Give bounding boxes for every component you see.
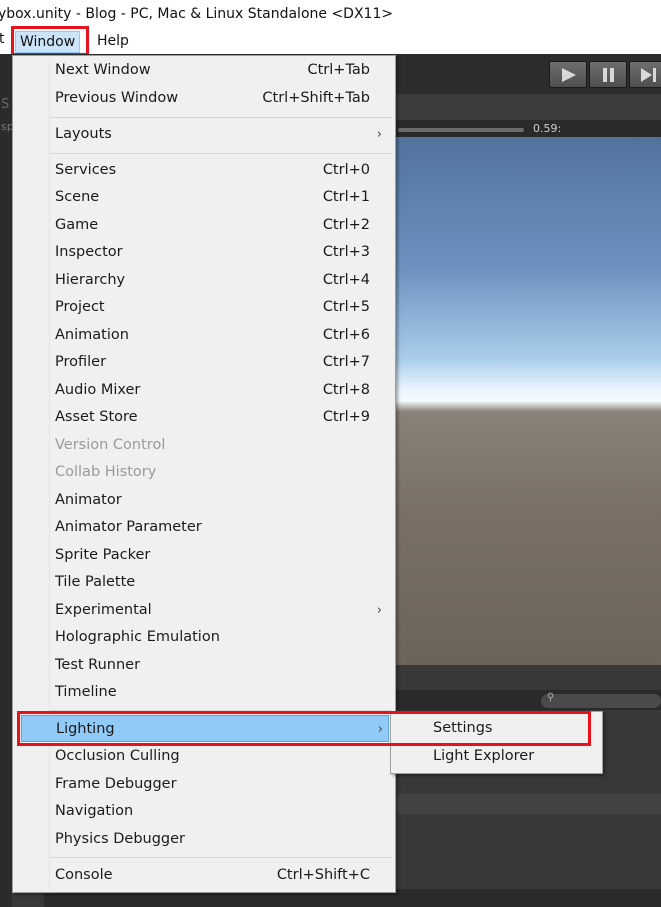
menu-item-collab-history: Collab History	[13, 459, 395, 486]
menu-item-label: Version Control	[55, 437, 166, 453]
menu-item-label: Occlusion Culling	[55, 748, 180, 764]
menu-item-shortcut: Ctrl+0	[322, 162, 370, 178]
time-slider[interactable]	[398, 128, 524, 132]
window-title: ybox.unity - Blog - PC, Mac & Linux Stan…	[0, 6, 394, 22]
menu-item-animation[interactable]: Animation Ctrl+6	[13, 322, 395, 349]
menu-item-label: Sprite Packer	[55, 547, 151, 563]
highlight-box-window	[11, 26, 89, 56]
menu-item-project[interactable]: Project Ctrl+5	[13, 294, 395, 321]
menu-bar: t Window Help	[0, 28, 661, 54]
window-title-bar: ybox.unity - Blog - PC, Mac & Linux Stan…	[0, 0, 661, 28]
menu-item-version-control: Version Control	[13, 432, 395, 459]
time-readout: 0.59:	[533, 122, 562, 135]
menu-item-label: Console	[55, 867, 113, 883]
menu-item-shortcut: Ctrl+Shift+C	[276, 867, 370, 883]
menu-item-shortcut: Ctrl+2	[322, 217, 370, 233]
menu-item-test-runner[interactable]: Test Runner	[13, 652, 395, 679]
menu-item-label: Holographic Emulation	[55, 629, 220, 645]
pause-icon	[603, 68, 614, 82]
menu-separator	[50, 117, 392, 118]
lower-panel-row	[396, 794, 661, 814]
menu-item-label: Profiler	[55, 354, 107, 370]
menu-item-tile-palette[interactable]: Tile Palette	[13, 569, 395, 596]
editor-left-strip	[0, 54, 12, 907]
menu-item-inspector[interactable]: Inspector Ctrl+3	[13, 239, 395, 266]
step-button[interactable]	[629, 61, 661, 88]
menu-item-holographic-emulation[interactable]: Holographic Emulation	[13, 624, 395, 651]
menu-item-label: Experimental	[55, 602, 152, 618]
menu-item-shortcut: Ctrl+8	[322, 382, 370, 398]
menu-item-label: Audio Mixer	[55, 382, 141, 398]
menu-item-occlusion-culling[interactable]: Occlusion Culling	[13, 743, 395, 770]
menu-item-label: Layouts	[55, 126, 112, 142]
window-menu-dropdown: Next Window Ctrl+Tab Previous Window Ctr…	[12, 55, 396, 893]
menu-item-label: Game	[55, 217, 99, 233]
menu-item-label: Animator Parameter	[55, 519, 202, 535]
menu-item-navigation[interactable]: Navigation	[13, 798, 395, 825]
play-icon	[562, 68, 576, 82]
menu-item-label: Scene	[55, 189, 100, 205]
menu-item-shortcut: Ctrl+4	[322, 272, 370, 288]
menu-item-scene[interactable]: Scene Ctrl+1	[13, 184, 395, 211]
menu-item-previous-window[interactable]: Previous Window Ctrl+Shift+Tab	[13, 85, 395, 112]
menu-item-audio-mixer[interactable]: Audio Mixer Ctrl+8	[13, 377, 395, 404]
menu-item-label: Animation	[55, 327, 129, 343]
submenu-arrow-icon: ›	[376, 127, 382, 142]
menu-item-shortcut: Ctrl+5	[322, 299, 370, 315]
menu-item-label: Inspector	[55, 244, 123, 260]
menu-item-label: Test Runner	[55, 657, 141, 673]
submenu-arrow-icon: ›	[376, 603, 382, 618]
search-field[interactable]: ⚲	[541, 692, 661, 708]
menu-item-asset-store[interactable]: Asset Store Ctrl+9	[13, 404, 395, 431]
submenu-item-light-explorer[interactable]: Light Explorer	[433, 743, 534, 770]
menu-item-label: Services	[55, 162, 117, 178]
menu-item-label: Timeline	[55, 684, 117, 700]
menu-item-shortcut: Ctrl+Tab	[307, 62, 371, 78]
menu-item-console[interactable]: Console Ctrl+Shift+C	[13, 862, 395, 889]
scene-view-skybox[interactable]	[396, 137, 661, 665]
play-button[interactable]	[549, 61, 587, 88]
menu-item-label: Next Window	[55, 62, 151, 78]
menu-item-timeline[interactable]: Timeline	[13, 679, 395, 706]
menu-item-profiler[interactable]: Profiler Ctrl+7	[13, 349, 395, 376]
menu-item-label: Previous Window	[55, 90, 179, 106]
menu-item-layouts[interactable]: Layouts ›	[13, 121, 395, 148]
pause-button[interactable]	[589, 61, 627, 88]
menu-item-shortcut: Ctrl+9	[322, 409, 370, 425]
menu-item-experimental[interactable]: Experimental ›	[13, 597, 395, 624]
menu-item-label: Hierarchy	[55, 272, 126, 288]
menu-item-animator-parameter[interactable]: Animator Parameter	[13, 514, 395, 541]
menu-item-label: Animator	[55, 492, 122, 508]
menu-item-physics-debugger[interactable]: Physics Debugger	[13, 826, 395, 853]
menu-item-hierarchy[interactable]: Hierarchy Ctrl+4	[13, 267, 395, 294]
menu-item-label: Tile Palette	[55, 574, 136, 590]
menu-item-game[interactable]: Game Ctrl+2	[13, 212, 395, 239]
menu-separator	[50, 857, 392, 858]
menu-separator	[50, 153, 392, 154]
menu-item-label: Project	[55, 299, 105, 315]
menu-item-next-window[interactable]: Next Window Ctrl+Tab	[13, 57, 395, 84]
menu-item-services[interactable]: Services Ctrl+0	[13, 157, 395, 184]
menu-item-label: Navigation	[55, 803, 134, 819]
menu-item-sprite-packer[interactable]: Sprite Packer	[13, 542, 395, 569]
menu-item-frame-debugger[interactable]: Frame Debugger	[13, 771, 395, 798]
menu-item-shortcut: Ctrl+6	[322, 327, 370, 343]
step-icon	[641, 68, 656, 82]
menu-item-label: Asset Store	[55, 409, 138, 425]
menu-item-shortcut: Ctrl+Shift+Tab	[262, 90, 370, 106]
menu-item-shortcut: Ctrl+1	[322, 189, 370, 205]
menu-item-shortcut: Ctrl+7	[322, 354, 370, 370]
menu-item-label: Physics Debugger	[55, 831, 186, 847]
menu-item-shortcut: Ctrl+3	[322, 244, 370, 260]
menu-item-label: Collab History	[55, 464, 157, 480]
highlight-box-lighting	[17, 711, 591, 746]
play-controls	[549, 61, 661, 89]
menu-help[interactable]: Help	[97, 31, 129, 51]
menu-bar-clipped-item[interactable]: t	[0, 31, 5, 47]
panel-label-fragment: S	[1, 97, 10, 112]
menu-item-label: Frame Debugger	[55, 776, 177, 792]
search-icon: ⚲	[547, 692, 555, 703]
menu-item-animator[interactable]: Animator	[13, 487, 395, 514]
